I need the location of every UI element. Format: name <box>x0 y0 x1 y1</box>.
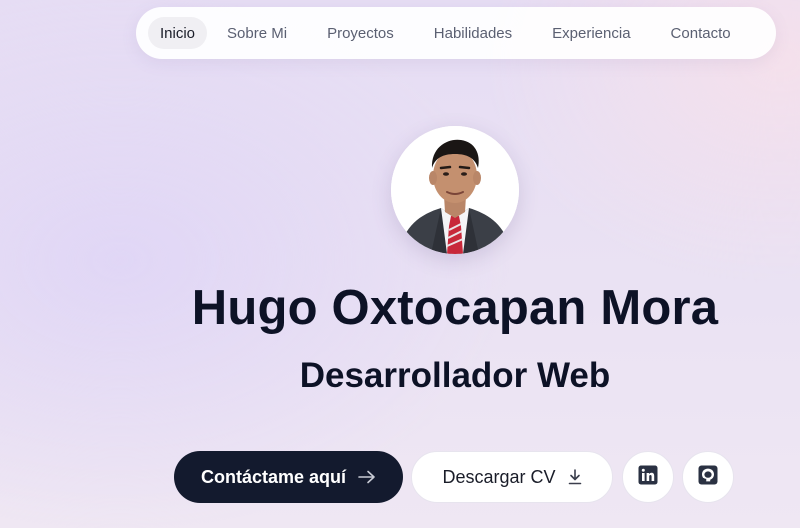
download-cv-button[interactable]: Descargar CV <box>411 451 613 503</box>
github-button[interactable] <box>682 451 734 503</box>
main-navigation: Inicio Sobre Mi Proyectos Habilidades Ex… <box>136 7 776 59</box>
download-cv-label: Descargar CV <box>442 466 556 487</box>
nav-item-inicio[interactable]: Inicio <box>148 17 208 49</box>
linkedin-icon <box>638 465 658 490</box>
hero-name: Hugo Oxtocapan Mora <box>191 281 719 335</box>
download-icon <box>568 469 582 485</box>
nav-item-contacto[interactable]: Contacto <box>659 17 743 49</box>
contact-button[interactable]: Contáctame aquí <box>174 451 403 503</box>
profile-photo <box>391 126 519 254</box>
nav-item-experiencia[interactable]: Experiencia <box>540 17 642 49</box>
nav-item-habilidades[interactable]: Habilidades <box>422 17 524 49</box>
arrow-right-icon <box>358 470 376 484</box>
avatar <box>391 126 519 254</box>
contact-button-label: Contáctame aquí <box>200 466 347 487</box>
github-icon <box>698 465 718 490</box>
nav-item-sobre-mi[interactable]: Sobre Mi <box>215 17 299 49</box>
nav-item-proyectos[interactable]: Proyectos <box>315 17 406 49</box>
hero-role: Desarrollador Web <box>299 356 611 395</box>
linkedin-button[interactable] <box>622 451 674 503</box>
